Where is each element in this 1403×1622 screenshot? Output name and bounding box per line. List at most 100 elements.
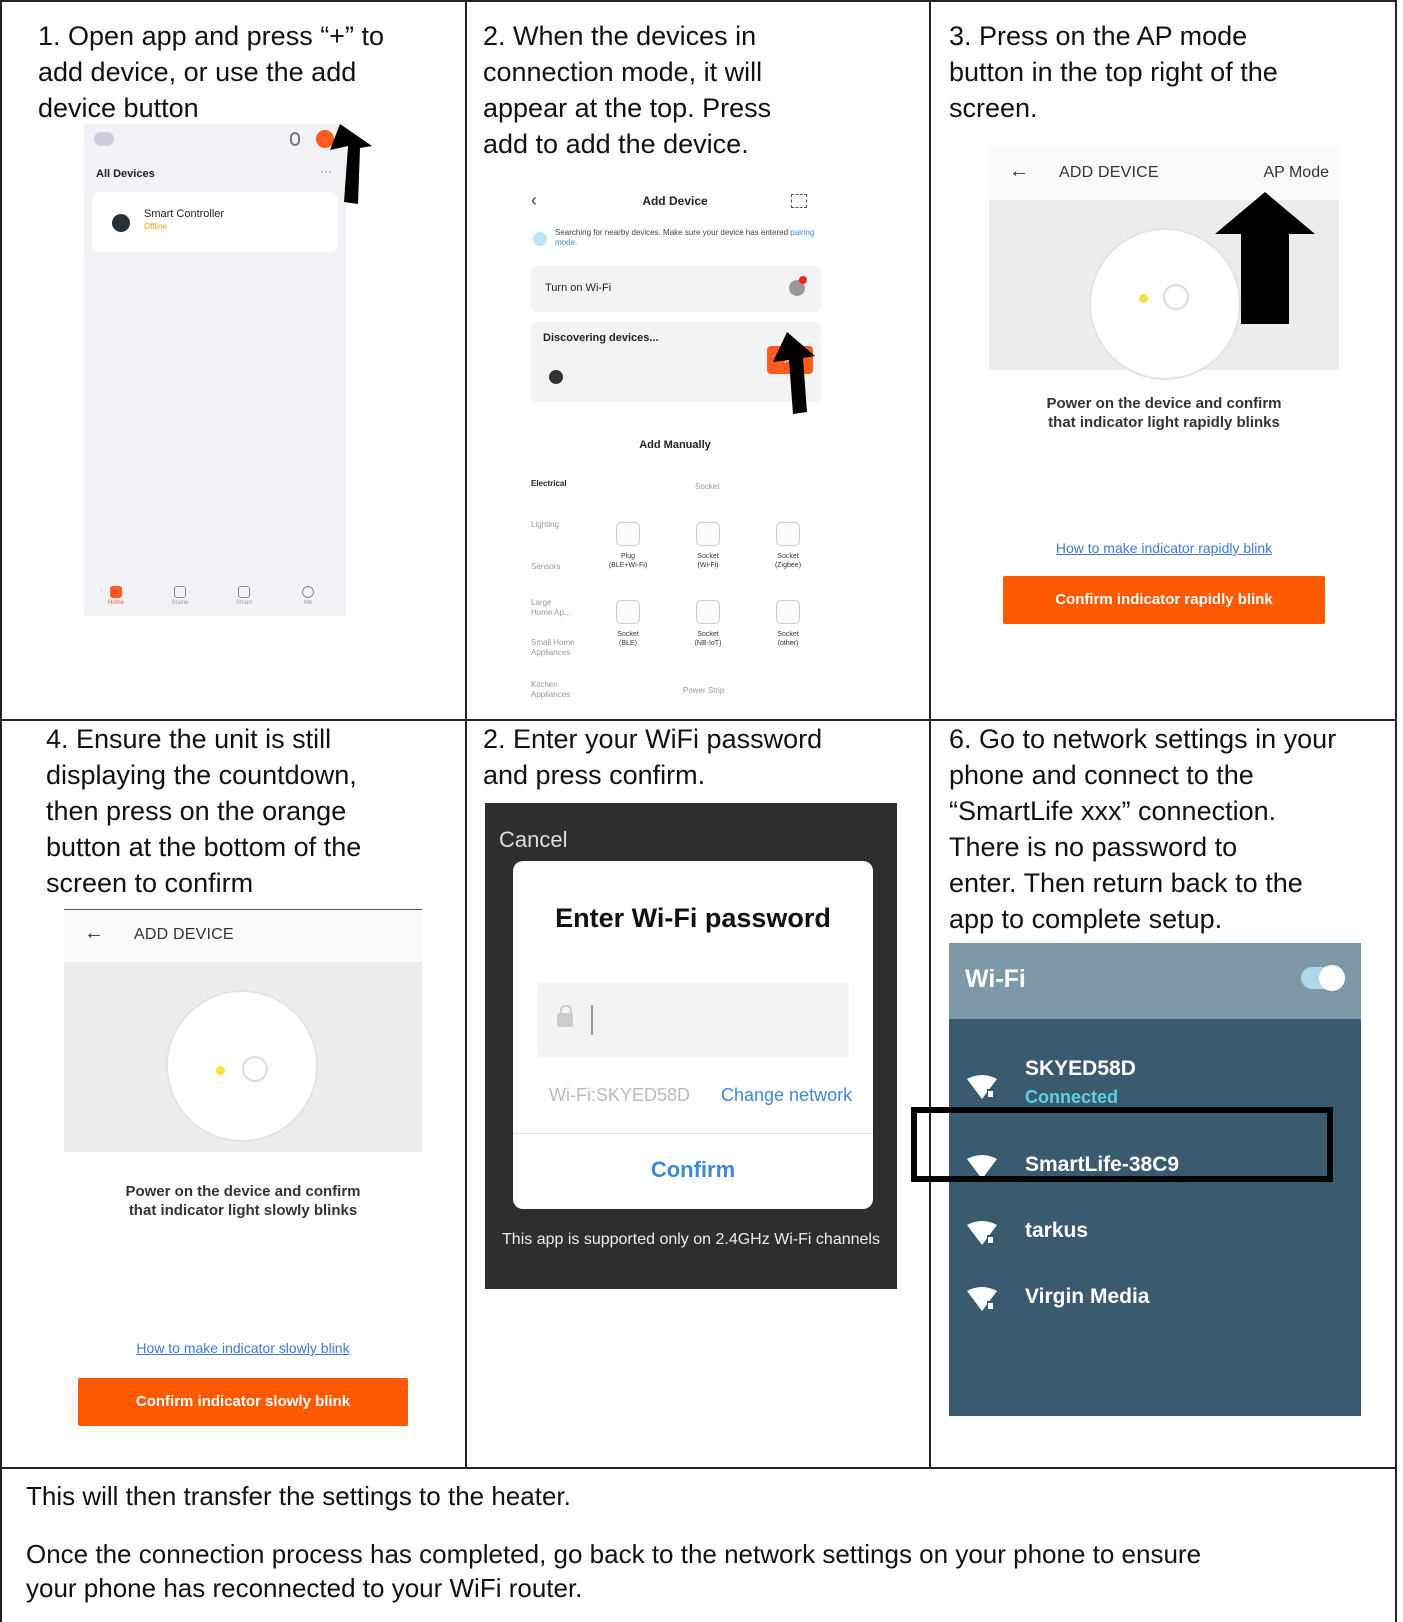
header-title: ADD DEVICE <box>1059 164 1159 181</box>
device-status: Offline <box>144 222 167 231</box>
product-socket-ble[interactable]: Socket (BLE) <box>598 600 658 648</box>
step-3-cell: 3. Press on the AP mode button in the to… <box>929 0 1397 721</box>
step-2-text: 2. When the devices in connection mode, … <box>483 21 772 159</box>
confirm-button[interactable]: Confirm <box>513 1157 873 1183</box>
phone-home-screen: All Devices ··· Smart Controller Offline… <box>84 124 346 616</box>
profile-icon[interactable] <box>94 132 114 146</box>
current-ssid: Wi-Fi:SKYED58D <box>549 1085 691 1105</box>
add-device-title: Add Device <box>642 194 708 208</box>
pointer-arrow-icon <box>1215 192 1315 324</box>
socket-icon <box>776 600 800 624</box>
how-to-link[interactable]: How to make indicator slowly blink <box>64 1340 422 1356</box>
phone-confirm-screen: ← ADD DEVICE Power on the device and con… <box>64 909 422 1467</box>
step-4-text: 4. Ensure the unit is still displaying t… <box>46 724 362 898</box>
socket-icon <box>696 600 720 624</box>
turn-on-wifi-row[interactable]: Turn on Wi-Fi <box>531 266 821 312</box>
step-3-text: 3. Press on the AP mode button in the to… <box>949 21 1278 123</box>
step-6-text: 6. Go to network settings in your phone … <box>949 724 1337 934</box>
socket-icon <box>616 522 640 546</box>
bottom-nav: Home Scene Smart Me <box>84 586 346 616</box>
dialog-title: Enter Wi-Fi password <box>555 903 831 933</box>
step-4-cell: 4. Ensure the unit is still displaying t… <box>0 719 467 1469</box>
power-icon <box>1163 284 1189 310</box>
ap-mode-button[interactable]: AP Mode <box>1263 164 1329 182</box>
category-lighting[interactable]: Lighting <box>531 520 591 530</box>
scan-icon[interactable] <box>791 194 807 208</box>
back-arrow-icon[interactable]: ← <box>84 922 104 945</box>
socket-subheader: Socket <box>695 482 720 491</box>
step-1-cell: 1. Open app and press “+” to add device,… <box>0 0 467 721</box>
wifi-toggle[interactable] <box>1301 965 1345 991</box>
confirm-button[interactable]: Confirm indicator rapidly blink <box>1003 576 1325 624</box>
step-1-text: 1. Open app and press “+” to add device,… <box>38 21 384 123</box>
all-devices-label: All Devices <box>96 168 155 180</box>
socket-icon <box>696 522 720 546</box>
nav-home[interactable]: Home <box>96 586 136 606</box>
network-row[interactable]: tarkus <box>949 1201 1361 1267</box>
footer-cell: This will then transfer the settings to … <box>0 1467 1397 1622</box>
discovered-device-icon <box>549 370 563 384</box>
power-strip-subheader: Power Strip <box>683 686 725 695</box>
product-socket-zigbee[interactable]: Socket (Zigbee) <box>758 522 818 570</box>
product-plug[interactable]: Plug (BLE+Wi-Fi) <box>598 522 658 570</box>
product-socket-wifi[interactable]: Socket (Wi-Fi) <box>678 522 738 570</box>
pointer-arrow-icon <box>330 124 372 204</box>
password-dialog: Enter Wi-Fi password Wi-Fi:SKYED58D Chan… <box>513 861 873 1209</box>
how-to-link[interactable]: How to make indicator rapidly blink <box>989 540 1339 556</box>
add-manually-heading: Add Manually <box>639 439 711 451</box>
searching-text: Searching for nearby devices. Make sure … <box>555 228 815 247</box>
microphone-icon[interactable] <box>290 132 300 146</box>
category-sensors[interactable]: Sensors <box>531 562 591 572</box>
phone-add-device-screen: ‹ Add Device Searching for nearby device… <box>519 182 831 719</box>
indicator-light-icon <box>1139 294 1148 303</box>
header-title: ADD DEVICE <box>134 926 234 943</box>
socket-icon <box>616 600 640 624</box>
step-6-cell: 6. Go to network settings in your phone … <box>929 719 1397 1469</box>
back-arrow-icon[interactable]: ← <box>1009 160 1029 183</box>
instruction-table: 1. Open app and press “+” to add device,… <box>0 0 1397 1622</box>
device-card[interactable]: Smart Controller Offline <box>92 192 338 252</box>
footer-line-3: your phone has reconnected to your WiFi … <box>26 1573 583 1603</box>
category-small-home[interactable]: Small Home Appliances <box>531 638 591 658</box>
network-row[interactable]: Virgin Media <box>949 1265 1361 1331</box>
nav-scene[interactable]: Scene <box>160 586 200 606</box>
me-icon <box>302 586 314 598</box>
indicator-light-icon <box>216 1066 225 1075</box>
lock-icon <box>557 1005 573 1027</box>
pointer-arrow-icon <box>773 332 815 414</box>
device-icon <box>112 214 130 232</box>
instruction-message: Power on the device and confirm that ind… <box>125 1183 361 1219</box>
product-socket-nbiot[interactable]: Socket (NB-IoT) <box>678 600 738 648</box>
home-icon <box>110 586 122 598</box>
footer-line-2: Once the connection process has complete… <box>26 1539 1202 1569</box>
wifi-signal-icon <box>967 1075 997 1099</box>
instruction-message: Power on the device and confirm that ind… <box>1046 395 1282 431</box>
password-input[interactable] <box>537 983 849 1057</box>
category-electrical[interactable]: Electrical <box>531 479 591 489</box>
support-note: This app is supported only on 2.4GHz Wi-… <box>502 1231 880 1248</box>
phone-wifi-password-screen: Cancel Enter Wi-Fi password Wi-Fi:SKYED5… <box>485 803 897 1289</box>
wifi-header: Wi-Fi <box>949 943 1361 1019</box>
category-kitchen[interactable]: Kitchen Appliances <box>531 680 591 700</box>
power-icon <box>242 1056 268 1082</box>
device-illustration <box>64 962 422 1152</box>
smart-icon <box>238 586 250 598</box>
step-5-text: 2. Enter your WiFi password and press co… <box>483 724 823 790</box>
scene-icon <box>174 586 186 598</box>
nav-me[interactable]: Me <box>288 586 328 606</box>
searching-icon <box>533 232 547 246</box>
change-network-link[interactable]: Change network <box>721 1085 852 1106</box>
socket-icon <box>776 522 800 546</box>
category-large-home[interactable]: Large Home Ap... <box>531 598 591 618</box>
wifi-signal-icon <box>967 1287 997 1311</box>
device-name: Smart Controller <box>144 208 225 220</box>
cancel-button[interactable]: Cancel <box>499 827 567 853</box>
confirm-button[interactable]: Confirm indicator slowly blink <box>78 1378 408 1426</box>
step-2-cell: 2. When the devices in connection mode, … <box>465 0 931 721</box>
wifi-alert-icon <box>789 276 807 296</box>
product-socket-other[interactable]: Socket (other) <box>758 600 818 648</box>
wifi-signal-icon <box>967 1221 997 1245</box>
step-5-cell: 2. Enter your WiFi password and press co… <box>465 719 931 1469</box>
nav-smart[interactable]: Smart <box>224 586 264 606</box>
highlight-box <box>911 1107 1333 1182</box>
